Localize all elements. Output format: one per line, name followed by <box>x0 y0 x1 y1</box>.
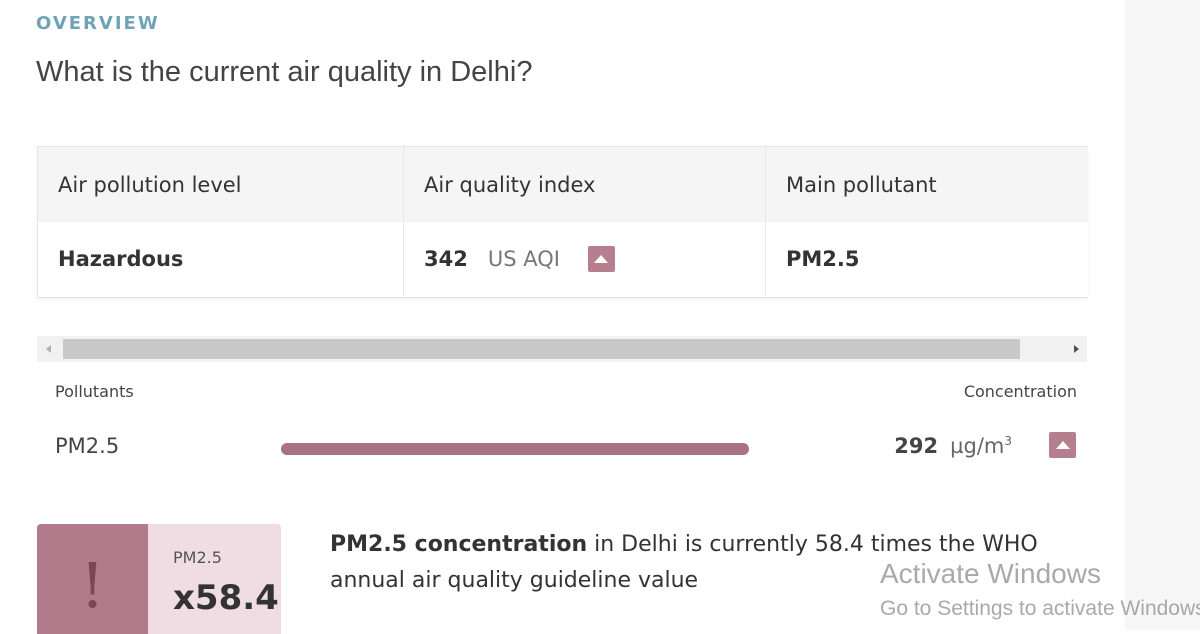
header-air-quality-index: Air quality index <box>403 147 765 222</box>
concentration-value: 292 <box>894 434 939 458</box>
concentration-unit: µg/m3 <box>950 434 1012 458</box>
description-bold: PM2.5 concentration <box>330 532 588 557</box>
who-guideline-card: ! PM2.5 x58.4 <box>37 524 281 634</box>
air-quality-summary-table: Air pollution level Air quality index Ma… <box>37 146 1088 298</box>
aqi-value: 342 <box>424 247 468 271</box>
section-eyebrow: OVERVIEW <box>36 13 160 34</box>
aqi-cell: 342 US AQI <box>403 222 765 296</box>
horizontal-scrollbar[interactable] <box>37 336 1087 362</box>
main-pollutant-value: PM2.5 <box>765 222 1088 296</box>
page-side-strip <box>1125 0 1200 630</box>
warning-icon: ! <box>37 524 148 634</box>
concentration-column-label: Concentration <box>963 382 1077 401</box>
pollutant-concentration-bar <box>281 443 749 455</box>
aqi-trend-up-icon <box>587 246 615 272</box>
pollution-level-value: Hazardous <box>38 222 403 296</box>
scrollbar-thumb[interactable] <box>63 339 1020 359</box>
header-main-pollutant: Main pollutant <box>765 147 1088 222</box>
card-pollutant-label: PM2.5 <box>173 548 222 567</box>
pollutants-column-label: Pollutants <box>55 382 134 401</box>
pollutant-name: PM2.5 <box>55 434 120 458</box>
pollutant-concentration: 292 µg/m3 <box>894 434 1012 458</box>
activate-windows-title: Activate Windows <box>880 558 1101 589</box>
pollutant-trend-up-icon <box>1049 432 1076 458</box>
pollutant-bar-fill <box>281 443 749 455</box>
aqi-unit: US AQI <box>487 247 560 271</box>
page-title: What is the current air quality in Delhi… <box>36 56 533 88</box>
scroll-left-arrow-icon[interactable] <box>37 336 59 362</box>
card-multiplier-value: x58.4 <box>173 578 279 618</box>
header-pollution-level: Air pollution level <box>38 147 403 222</box>
scroll-right-arrow-icon[interactable] <box>1065 336 1087 362</box>
activate-windows-subtitle: Go to Settings to activate Windows. <box>880 597 1200 620</box>
